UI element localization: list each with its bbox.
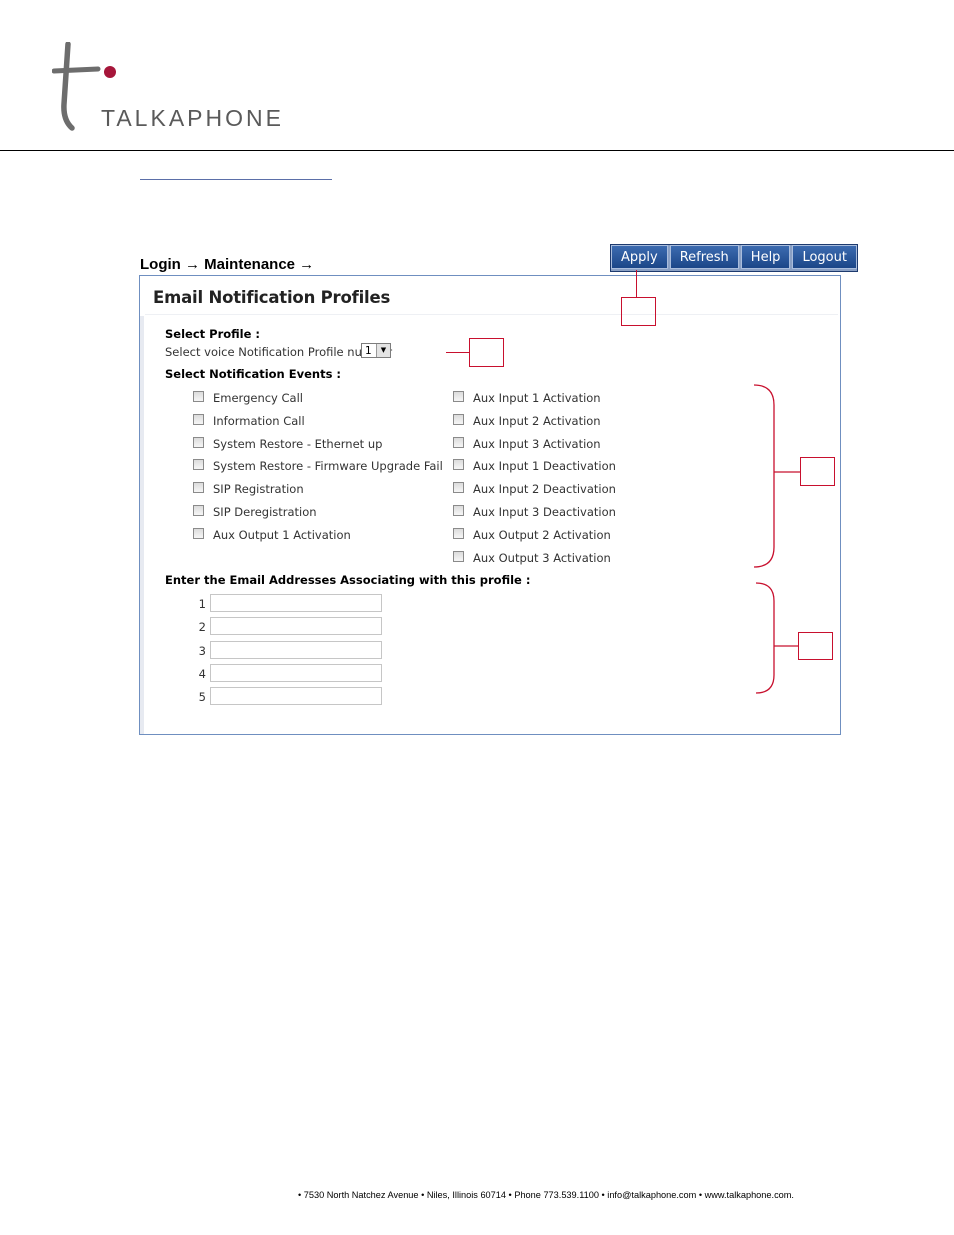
events-label: Select Notification Events :: [165, 367, 342, 381]
event-label: Aux Input 1 Activation: [473, 391, 601, 405]
event-checkbox[interactable]: [193, 437, 204, 448]
breadcrumb: Login → Maintenance →: [140, 256, 315, 273]
event-label: Aux Output 3 Activation: [473, 551, 611, 565]
brand-name: TALKAPHONE: [101, 105, 284, 131]
profile-callout-line: [446, 352, 469, 353]
events-callout-box: [800, 457, 835, 486]
event-label: System Restore - Ethernet up: [213, 437, 383, 451]
event-checkbox[interactable]: [193, 482, 204, 493]
select-profile-label: Select Profile :: [165, 327, 261, 341]
apply-callout-line: [636, 270, 637, 297]
event-checkbox[interactable]: [453, 482, 464, 493]
event-checkbox[interactable]: [193, 391, 204, 402]
event-label: Aux Input 3 Deactivation: [473, 505, 616, 519]
refresh-button[interactable]: Refresh: [669, 245, 739, 269]
event-label: SIP Registration: [213, 482, 304, 496]
event-checkbox[interactable]: [193, 459, 204, 470]
email-field-2[interactable]: [210, 617, 382, 635]
panel-left-bar: [140, 316, 144, 734]
event-label: Aux Input 1 Deactivation: [473, 459, 616, 473]
event-checkbox[interactable]: [193, 528, 204, 539]
apply-callout-box: [621, 297, 656, 326]
event-label: Aux Input 2 Activation: [473, 414, 601, 428]
event-checkbox[interactable]: [453, 528, 464, 539]
page-title: Email Notification Profiles: [153, 288, 391, 307]
profile-select-text: Select voice Notification Profile number: [165, 345, 393, 359]
email-number: 3: [198, 644, 206, 658]
email-field-1[interactable]: [210, 594, 382, 612]
event-checkbox[interactable]: [193, 505, 204, 516]
event-checkbox[interactable]: [193, 414, 204, 425]
event-checkbox[interactable]: [453, 414, 464, 425]
emails-callout-box: [798, 632, 833, 660]
email-field-4[interactable]: [210, 664, 382, 682]
event-checkbox[interactable]: [453, 391, 464, 402]
event-checkbox[interactable]: [453, 551, 464, 562]
toolbar: Apply Refresh Help Logout: [610, 244, 858, 272]
event-checkbox[interactable]: [453, 459, 464, 470]
profile-callout-box: [469, 338, 504, 367]
logout-button[interactable]: Logout: [792, 245, 857, 269]
underline-rule: [140, 179, 332, 180]
title-divider: [145, 314, 838, 315]
event-label: SIP Deregistration: [213, 505, 317, 519]
emails-label: Enter the Email Addresses Associating wi…: [165, 573, 531, 587]
event-label: Aux Output 1 Activation: [213, 528, 351, 542]
apply-button[interactable]: Apply: [611, 245, 668, 269]
chevron-down-icon[interactable]: ▼: [376, 344, 390, 357]
email-number: 2: [198, 620, 206, 634]
event-label: Information Call: [213, 414, 305, 428]
email-number: 4: [198, 667, 206, 681]
profile-number-value: 1: [365, 345, 372, 357]
footer-contact: • 7530 North Natchez Avenue • Niles, Ill…: [298, 1190, 794, 1200]
email-number: 5: [198, 690, 206, 704]
event-label: System Restore - Firmware Upgrade Fail: [213, 459, 443, 473]
email-field-3[interactable]: [210, 641, 382, 659]
event-label: Aux Input 2 Deactivation: [473, 482, 616, 496]
help-button[interactable]: Help: [740, 245, 791, 269]
event-label: Aux Output 2 Activation: [473, 528, 611, 542]
event-label: Aux Input 3 Activation: [473, 437, 601, 451]
event-label: Emergency Call: [213, 391, 303, 405]
event-checkbox[interactable]: [453, 437, 464, 448]
email-number: 1: [198, 597, 206, 611]
email-field-5[interactable]: [210, 687, 382, 705]
event-checkbox[interactable]: [453, 505, 464, 516]
header-divider: [0, 150, 954, 151]
profile-number-select[interactable]: 1 ▼: [361, 343, 391, 358]
